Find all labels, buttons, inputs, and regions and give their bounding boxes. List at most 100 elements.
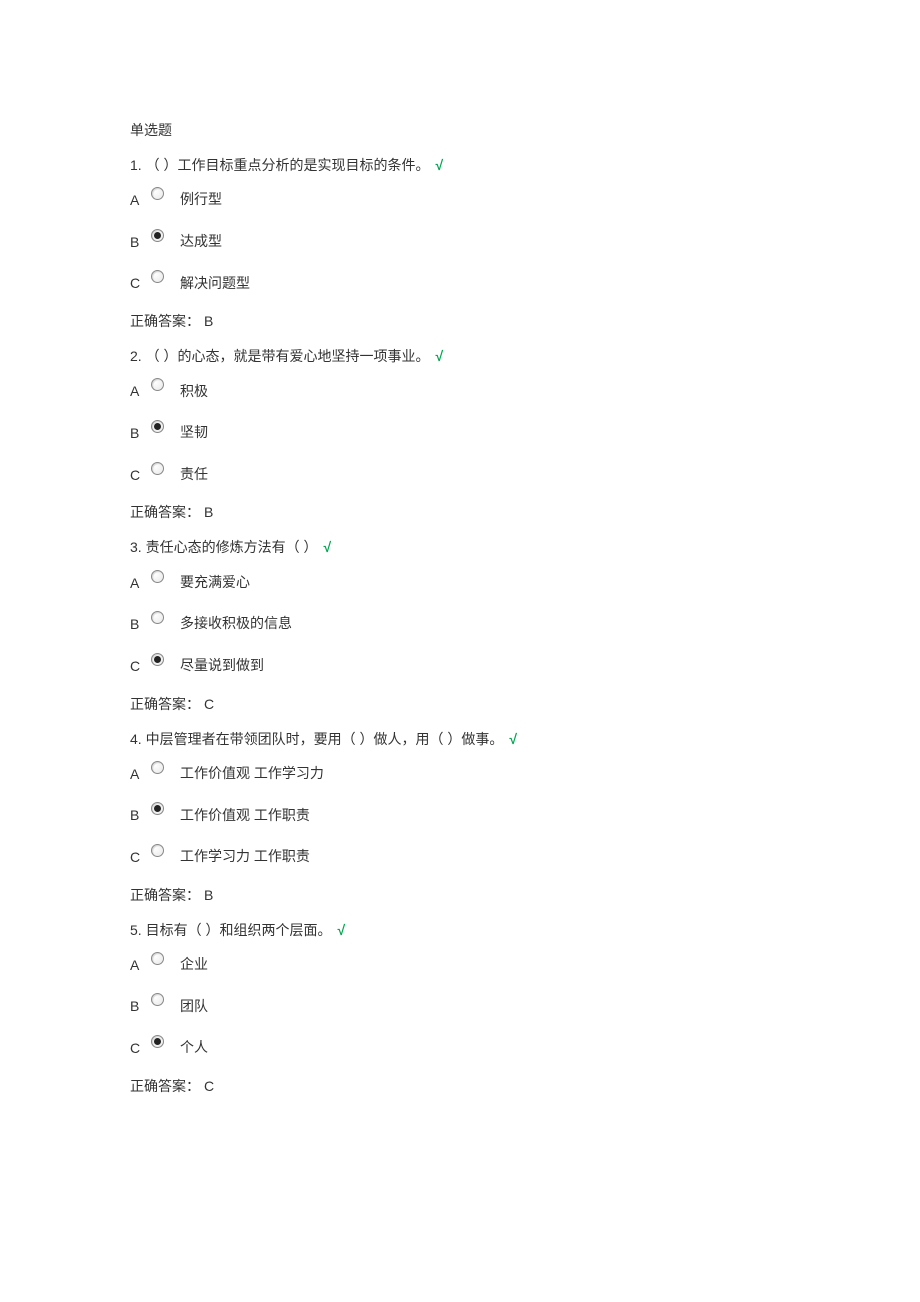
option-letter: C (130, 849, 148, 865)
question: 3. 责任心态的修炼方法有（ ） √ A 要充满爱心 B多接收积极的信息 C尽量说到做到正… (130, 536, 790, 713)
correct-answer-value: B (204, 887, 213, 903)
correct-answer-label: 正确答案： (130, 887, 200, 903)
correct-answer-label: 正确答案： (130, 504, 200, 520)
correct-check-icon: √ (323, 539, 331, 555)
option-letter: A (130, 575, 148, 591)
option-row: C个人 (130, 1034, 790, 1058)
question-body: （ ）的心态，就是带有爱心地坚持一项事业。 (146, 348, 430, 364)
option-letter: A (130, 766, 148, 782)
radio-unselected-icon[interactable] (151, 187, 164, 200)
question-number: 4. (130, 731, 142, 747)
option-radio[interactable] (148, 993, 166, 1011)
radio-unselected-icon[interactable] (151, 993, 164, 1006)
option-letter: B (130, 234, 148, 250)
option-label: 团队 (180, 997, 208, 1017)
radio-unselected-icon[interactable] (151, 761, 164, 774)
questions-container: 1. （ ）工作目标重点分析的是实现目标的条件。√A例行型B达成型C解决问题型正… (130, 154, 790, 1096)
correct-answer-line: 正确答案：B (130, 311, 790, 331)
correct-answer-line: 正确答案：C (130, 694, 790, 714)
radio-selected-icon[interactable] (151, 420, 164, 433)
question-text: 1. （ ）工作目标重点分析的是实现目标的条件。 √ (130, 154, 790, 176)
option-radio[interactable] (148, 229, 166, 247)
correct-answer-line: 正确答案：C (130, 1076, 790, 1096)
radio-selected-icon[interactable] (151, 802, 164, 815)
question-text: 4. 中层管理者在带领团队时，要用（ ）做人，用（ ）做事。 √ (130, 728, 790, 750)
option-radio[interactable] (148, 187, 166, 205)
radio-unselected-icon[interactable] (151, 570, 164, 583)
option-radio[interactable] (148, 420, 166, 438)
option-label: 例行型 (180, 190, 222, 210)
radio-unselected-icon[interactable] (151, 462, 164, 475)
quiz-content: 单选题 1. （ ）工作目标重点分析的是实现目标的条件。√A例行型B达成型C解决… (0, 0, 920, 1210)
option-row: C尽量说到做到 (130, 652, 790, 676)
question-body: 责任心态的修炼方法有（ ） (146, 539, 318, 555)
option-radio[interactable] (148, 1035, 166, 1053)
correct-check-icon: √ (435, 157, 443, 173)
option-letter: B (130, 807, 148, 823)
option-label: 工作价值观 工作学习力 (180, 764, 324, 784)
option-radio[interactable] (148, 570, 166, 588)
option-label: 多接收积极的信息 (180, 614, 292, 634)
radio-selected-icon[interactable] (151, 653, 164, 666)
correct-check-icon: √ (435, 348, 443, 364)
correct-check-icon: √ (509, 731, 517, 747)
option-letter: C (130, 275, 148, 291)
question-number: 3. (130, 539, 142, 555)
option-radio[interactable] (148, 611, 166, 629)
question: 1. （ ）工作目标重点分析的是实现目标的条件。 √ A例行型 B 达成型 C 解决问题型正… (130, 154, 790, 331)
correct-answer-label: 正确答案： (130, 696, 200, 712)
option-radio[interactable] (148, 802, 166, 820)
option-radio[interactable] (148, 270, 166, 288)
option-letter: B (130, 425, 148, 441)
question-body: 目标有（ ）和组织两个层面。 (146, 922, 332, 938)
option-row: A 工作价值观 工作学习力 (130, 760, 790, 784)
option-label: 工作学习力 工作职责 (180, 847, 310, 867)
question-number: 5. (130, 922, 142, 938)
correct-answer-value: B (204, 504, 213, 520)
radio-unselected-icon[interactable] (151, 270, 164, 283)
option-letter: C (130, 467, 148, 483)
option-radio[interactable] (148, 844, 166, 862)
option-label: 解决问题型 (180, 274, 250, 294)
option-row: B 达成型 (130, 228, 790, 252)
option-radio[interactable] (148, 952, 166, 970)
question-body: 中层管理者在带领团队时，要用（ ）做人，用（ ）做事。 (146, 731, 504, 747)
option-label: 企业 (180, 955, 208, 975)
correct-answer-label: 正确答案： (130, 313, 200, 329)
correct-answer-line: 正确答案：B (130, 885, 790, 905)
option-label: 要充满爱心 (180, 573, 250, 593)
option-row: C 工作学习力 工作职责 (130, 843, 790, 867)
option-row: B多接收积极的信息 (130, 610, 790, 634)
question-text: 2. （ ）的心态，就是带有爱心地坚持一项事业。 √ (130, 345, 790, 367)
option-letter: C (130, 658, 148, 674)
section-title: 单选题 (130, 120, 790, 140)
option-row: A例行型 (130, 186, 790, 210)
correct-answer-line: 正确答案：B (130, 502, 790, 522)
option-radio[interactable] (148, 462, 166, 480)
option-radio[interactable] (148, 653, 166, 671)
radio-selected-icon[interactable] (151, 1035, 164, 1048)
question-number: 1. (130, 157, 142, 173)
option-label: 个人 (180, 1038, 208, 1058)
option-row: A积极 (130, 378, 790, 402)
radio-unselected-icon[interactable] (151, 378, 164, 391)
option-row: B 坚韧 (130, 419, 790, 443)
option-radio[interactable] (148, 378, 166, 396)
radio-selected-icon[interactable] (151, 229, 164, 242)
radio-unselected-icon[interactable] (151, 844, 164, 857)
option-label: 责任 (180, 465, 208, 485)
option-label: 达成型 (180, 232, 222, 252)
correct-answer-value: B (204, 313, 213, 329)
option-row: B 团队 (130, 993, 790, 1017)
question-text: 5. 目标有（ ）和组织两个层面。√ (130, 919, 790, 941)
option-label: 坚韧 (180, 423, 208, 443)
option-row: A 要充满爱心 (130, 569, 790, 593)
question-number: 2. (130, 348, 142, 364)
option-letter: B (130, 998, 148, 1014)
correct-answer-value: C (204, 1078, 214, 1094)
radio-unselected-icon[interactable] (151, 952, 164, 965)
option-radio[interactable] (148, 761, 166, 779)
radio-unselected-icon[interactable] (151, 611, 164, 624)
option-row: A企业 (130, 951, 790, 975)
question-body: （ ）工作目标重点分析的是实现目标的条件。 (146, 157, 430, 173)
